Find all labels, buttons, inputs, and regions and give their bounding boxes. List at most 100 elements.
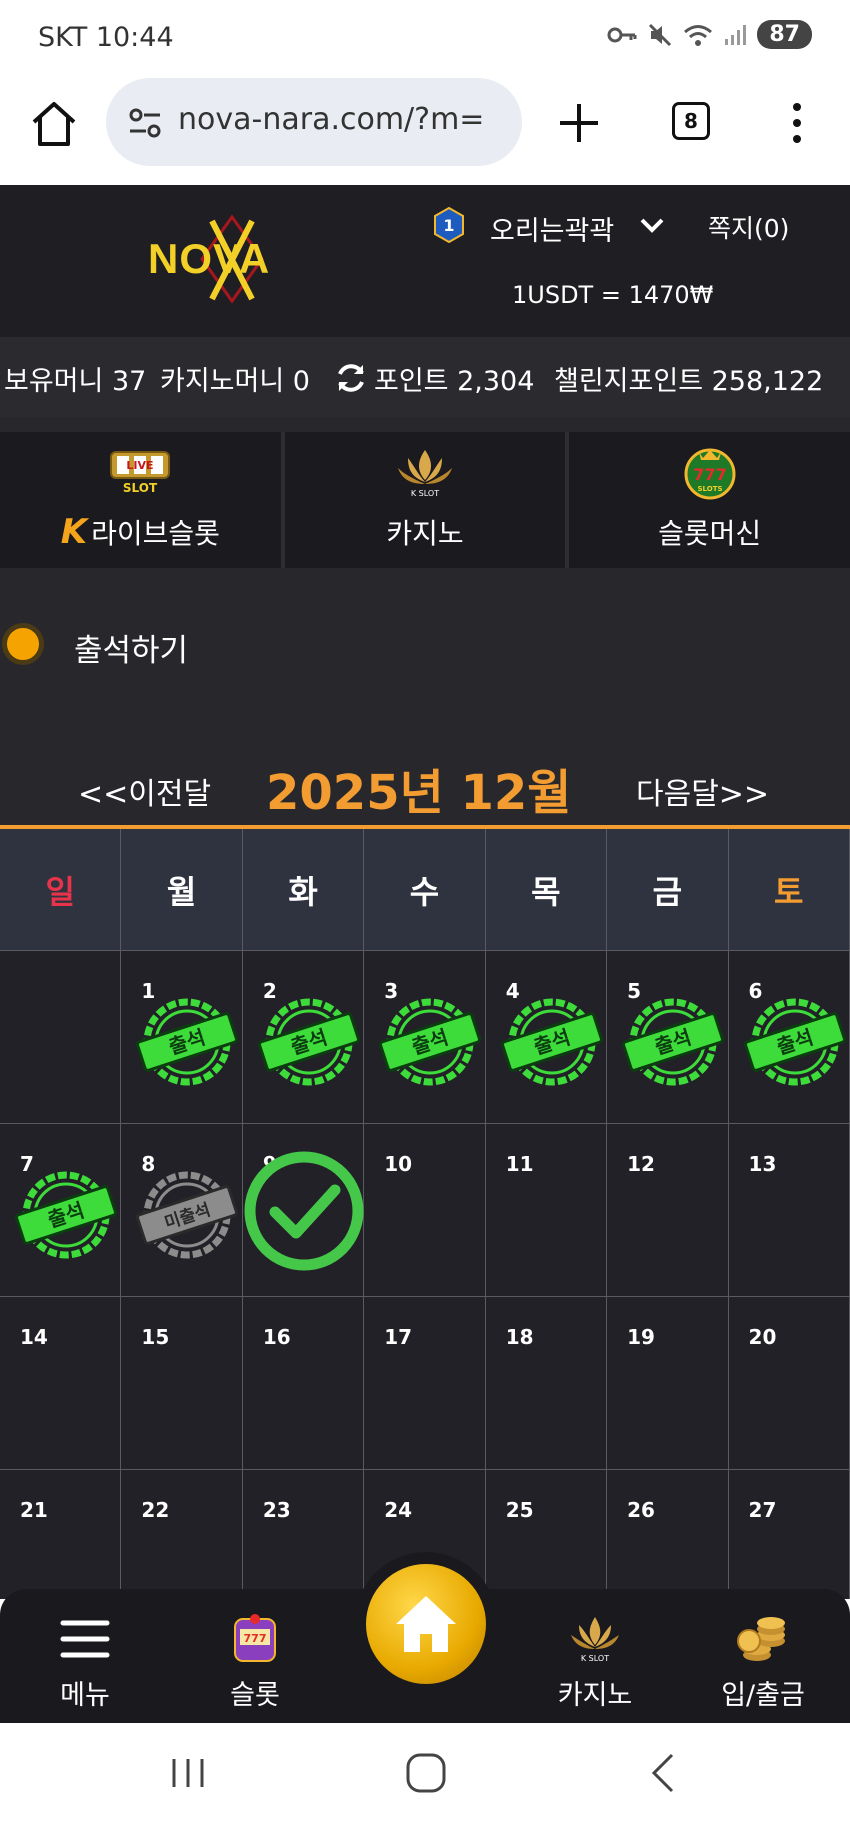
calendar-day-cell[interactable]: 14 (0, 1297, 122, 1470)
more-options-icon[interactable] (782, 100, 812, 146)
deposit-withdraw-button[interactable]: 입/출금 (688, 1589, 838, 1723)
k-slot-lotus-icon: K SLOT (571, 1617, 619, 1663)
calendar-day-cell[interactable]: 26 (607, 1470, 729, 1599)
system-home-icon[interactable] (404, 1751, 448, 1795)
missed-stamp-icon: 미출석 (136, 1171, 239, 1259)
menu-button[interactable]: 메뉴 (10, 1589, 160, 1723)
messages-link[interactable]: 쪽지(0) (708, 209, 789, 245)
day-number: 10 (384, 1152, 413, 1176)
calendar-day-cell[interactable]: 22 (121, 1470, 243, 1599)
game-category-tabs: LIVE SLOT K 라이브슬롯 K SLOT 카지노 777 SLOTS 슬… (0, 432, 850, 568)
calendar-day-cell[interactable]: 5 출석 (607, 951, 729, 1124)
calendar-day-cell[interactable]: 16 (242, 1297, 365, 1470)
day-number: 17 (384, 1325, 413, 1349)
calendar-day-cell[interactable]: 23 (242, 1470, 365, 1599)
home-icon[interactable] (28, 98, 80, 150)
calendar-day-cell[interactable]: 10 (364, 1124, 486, 1297)
calendar-day-cell[interactable]: 12 (607, 1124, 729, 1297)
calendar-day-cell[interactable]: 21 (0, 1470, 122, 1599)
site-content: NOVA 1 오리는곽곽 쪽지(0) 1USDT = 1470₩ 보유머니 37… (0, 185, 850, 1599)
url-bar[interactable]: nova-nara.com/?m= (106, 78, 522, 166)
weekday-header-row: 일 월 화 수 목 금 토 (0, 829, 850, 951)
day-number: 14 (20, 1325, 48, 1349)
attended-stamp-icon: 출석 (500, 998, 603, 1086)
status-time: SKT 10:44 (38, 22, 174, 53)
recent-apps-icon[interactable] (168, 1753, 208, 1793)
calendar-week-row: 14 15 16 17 18 19 20 (0, 1297, 850, 1470)
calendar-day-cell[interactable]: 4 출석 (485, 951, 608, 1124)
tab-label: 슬롯머신 (658, 517, 762, 550)
challenge-points: 챌린지포인트 258,122 (554, 366, 824, 397)
back-icon[interactable] (648, 1751, 678, 1795)
menu-label: 메뉴 (60, 1680, 110, 1711)
refresh-icon[interactable] (334, 361, 368, 395)
k-brand-icon: K (60, 512, 88, 552)
svg-text:LIVE: LIVE (127, 459, 154, 472)
attendance-title: 출석하기 (74, 633, 189, 669)
tab-slot-machine[interactable]: 777 SLOTS 슬롯머신 (569, 432, 850, 568)
key-icon (607, 27, 637, 42)
slot-button[interactable]: 777 슬롯 (180, 1589, 330, 1723)
k-slot-icon: K SLOT (398, 450, 452, 498)
system-navigation (0, 1723, 850, 1823)
day-number: 16 (262, 1325, 291, 1349)
svg-text:777: 777 (244, 1632, 267, 1645)
tab-label: 카지노 (386, 517, 464, 550)
svg-text:SLOT: SLOT (123, 481, 158, 495)
username: 오리는곽곽 (490, 216, 615, 247)
tab-label: 라이브슬롯 (91, 517, 220, 550)
calendar-day-cell[interactable]: 13 (728, 1124, 850, 1297)
status-icons: 87 (607, 20, 812, 49)
calendar-body: 1출석2출석3출석4출석5출석6출석 7출석8미출석9 10 1112 13 14 15 16… (0, 951, 850, 1599)
level-badge-icon: 1 (434, 207, 464, 243)
mute-icon (649, 23, 672, 46)
nova-logo[interactable]: NOVA (144, 213, 320, 305)
calendar-week-row: 7출석8미출석9 10 11 12 13 (0, 1124, 850, 1297)
attended-stamp-icon: 출석 (743, 998, 846, 1086)
svg-text:777: 777 (693, 465, 726, 484)
calendar-day-cell[interactable]: 3 출석 (364, 951, 486, 1124)
day-number: 20 (748, 1325, 777, 1349)
casino-button[interactable]: K SLOT 카지노 (520, 1589, 670, 1723)
calendar-day-cell[interactable]: 1 출석 (121, 951, 243, 1124)
calendar-day-cell[interactable]: 11 (485, 1124, 608, 1297)
chevron-down-icon[interactable] (639, 215, 665, 235)
calendar-day-cell[interactable]: 7 출석 (0, 1124, 122, 1297)
tab-switcher-button[interactable]: 8 (672, 102, 710, 140)
svg-text:K SLOT: K SLOT (581, 1654, 609, 1663)
new-tab-icon[interactable] (556, 100, 602, 146)
holding-money: 보유머니 37 (4, 366, 147, 397)
day-number: 21 (20, 1498, 48, 1522)
tab-live-slot[interactable]: LIVE SLOT K 라이브슬롯 (0, 432, 285, 568)
day-number: 27 (748, 1498, 777, 1522)
signal-icon (725, 24, 747, 45)
tab-casino[interactable]: K SLOT 카지노 (284, 432, 570, 568)
prev-month-link[interactable]: <<이전달 (78, 769, 211, 813)
browser-toolbar: nova-nara.com/?m= 8 (0, 70, 850, 185)
calendar-day-cell[interactable]: 17 (364, 1297, 486, 1470)
check-today-icon[interactable] (243, 1150, 365, 1272)
day-number: 26 (627, 1498, 655, 1522)
svg-text:K SLOT: K SLOT (411, 489, 439, 498)
calendar-day-cell[interactable]: 8 미출석 (121, 1124, 243, 1297)
site-settings-icon[interactable] (126, 104, 164, 142)
calendar-day-cell[interactable]: 2 출석 (242, 951, 365, 1124)
calendar-day-cell[interactable]: 18 (485, 1297, 608, 1470)
site-header: NOVA 1 오리는곽곽 쪽지(0) 1USDT = 1470₩ (0, 185, 850, 337)
calendar-day-cell[interactable]: 6 출석 (728, 951, 850, 1124)
next-month-link[interactable]: 다음달>> (636, 769, 769, 813)
calendar-day-cell[interactable]: 15 (121, 1297, 243, 1470)
calendar-day-cell[interactable]: 20 (728, 1297, 850, 1470)
day-number: 19 (627, 1325, 655, 1349)
slot-label: 슬롯 (230, 1680, 280, 1711)
weekday-fri: 금 (607, 829, 729, 951)
battery-badge: 87 (757, 20, 812, 49)
calendar-day-cell[interactable]: 19 (607, 1297, 729, 1470)
day-number: 13 (748, 1152, 777, 1176)
calendar-day-cell[interactable]: 25 (485, 1470, 608, 1599)
calendar-day-cell[interactable]: 9 (242, 1124, 365, 1297)
home-button[interactable] (354, 1552, 498, 1696)
day-number: 25 (505, 1498, 534, 1522)
status-bar: SKT 10:44 87 (0, 0, 850, 70)
calendar-day-cell[interactable]: 27 (728, 1470, 850, 1599)
